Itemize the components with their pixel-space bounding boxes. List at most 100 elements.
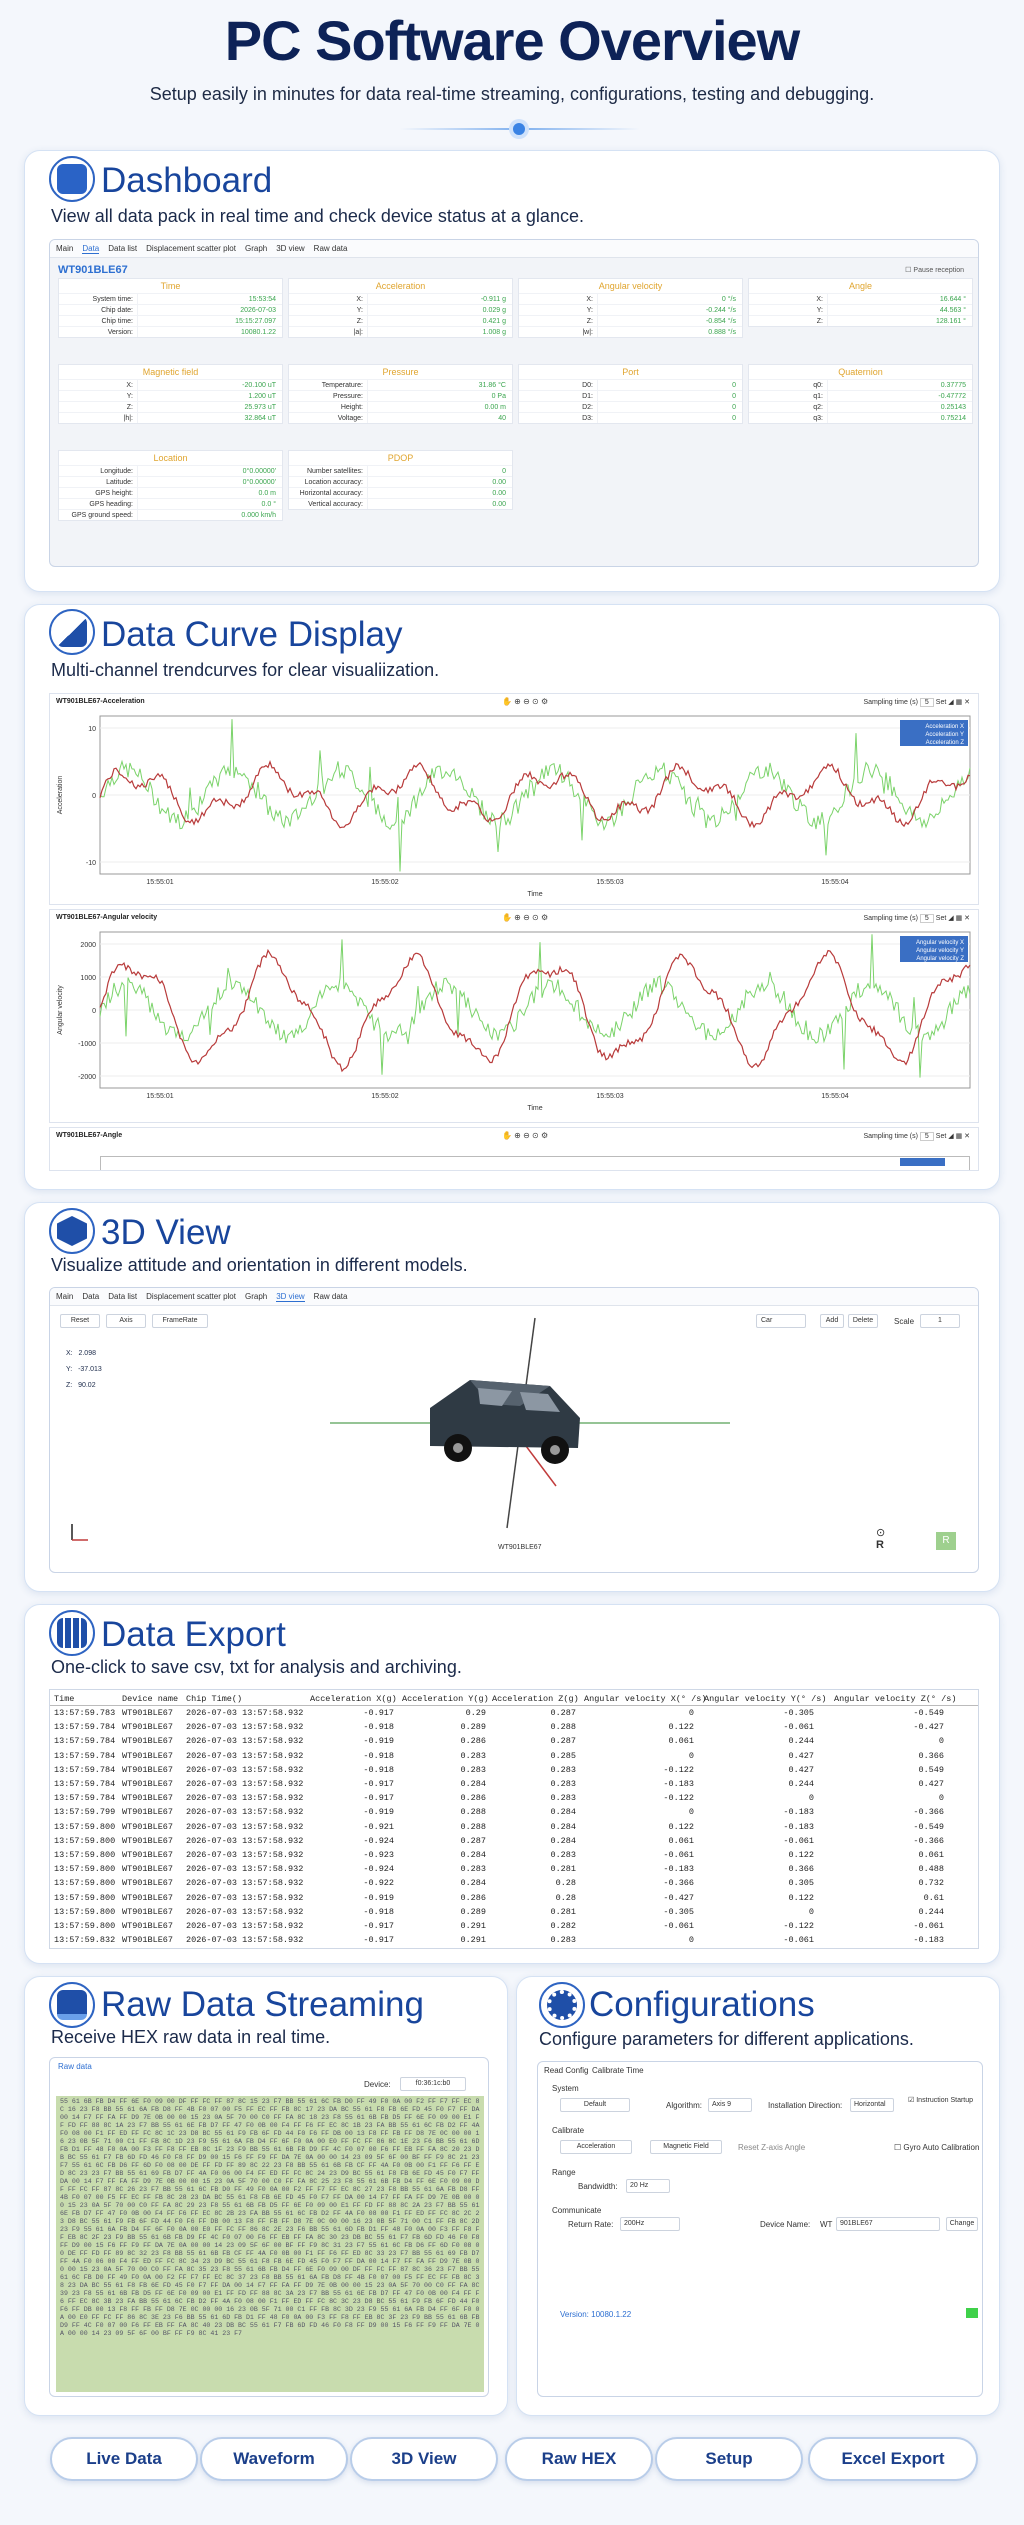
tab-graph[interactable]: Graph [245,244,267,253]
set-button[interactable]: Set [936,1133,947,1140]
table-cell: 2026-07-03 13:57:58.932 [186,1708,304,1718]
tab-calibrate-time[interactable]: Calibrate Time [592,2066,644,2075]
y-tick-label: 2000 [80,942,96,949]
tab-displacement-scatter-plot[interactable]: Displacement scatter plot [146,244,236,253]
block-row: D3: 0 [519,412,742,423]
nav-button-waveform[interactable]: Waveform [200,2437,348,2481]
legend-box [900,1158,945,1166]
table-cell: WT901BLE67 [122,1921,174,1931]
device-select[interactable]: f0:36:1c:b0 [400,2077,466,2091]
plot-toolbar[interactable]: ✋ ⊕ ⊖ ⊙ ⚙ [502,1131,548,1140]
row-key: Latitude: [106,479,133,486]
table-cell: -0.061 [783,1835,814,1846]
table-cell: 0.29 [465,1708,486,1718]
table-cell: WT901BLE67 [122,1878,174,1889]
table-cell: 2026-07-03 13:57:58.932 [186,1892,304,1903]
row-value: 0.00 [367,488,512,498]
row-value: 0°0.00000' [137,466,282,476]
tab-data-list[interactable]: Data list [108,244,137,253]
row-value: 1.200 uT [137,391,282,401]
data-block: Pressure Temperature: 31.86 °C Pressure: 0 P… [288,364,513,424]
default-button[interactable]: Default [560,2098,630,2112]
table-cell: 13:57:59.800 [54,1906,116,1917]
table-cell: WT901BLE67 [122,1764,174,1775]
table-cell: 2026-07-03 13:57:58.932 [186,1736,304,1747]
block-row: Pressure: 0 Pa [289,390,512,401]
tab-3d-view[interactable]: 3D view [276,244,304,253]
sampling-input[interactable]: 5 [919,1132,934,1141]
row-value: 31.86 °C [367,380,512,390]
tab-data[interactable]: Data [82,244,100,254]
row-key: GPS ground speed: [71,512,134,519]
gyro-auto-checkbox[interactable]: ☐ Gyro Auto Calibration [894,2143,979,2152]
table-cell: 2026-07-03 13:57:58.932 [186,1935,304,1946]
table-cell: 0.284 [460,1878,486,1889]
table-cell: 13:57:59.800 [54,1878,116,1889]
pause-reception-checkbox[interactable]: ☐ Pause reception [905,266,964,274]
x-tick-label: 15:55:04 [821,1093,848,1100]
table-cell: 2026-07-03 13:57:58.932 [186,1807,304,1818]
bandwidth-select[interactable]: 20 Hz [626,2179,670,2193]
bandwidth-label: Bandwidth: [578,2182,618,2191]
data-block: Location Longitude: 0°0.00000' Latitude: 0°0… [58,450,283,521]
navigation-gizmo[interactable]: ⊙ R [876,1526,885,1551]
row-value: 0.421 g [367,316,512,326]
tab-main[interactable]: Main [56,244,73,253]
table-cell: 0.284 [550,1835,576,1846]
legend-entry: Angular velocity Y [916,948,964,954]
row-value: 0 °/s [597,294,742,304]
table-cell: -0.917 [363,1779,394,1789]
row-value: 0.37775 [827,380,972,390]
table-cell: 2026-07-03 13:57:58.932 [186,1779,304,1789]
table-cell: 0.061 [918,1850,944,1860]
tab-read-config[interactable]: Read Config [544,2066,588,2075]
raw-tab[interactable]: Raw data [58,2062,92,2071]
row-key: Z: [816,318,823,325]
data-block: Acceleration X: -0.911 g Y: 0.029 g Z: 0.421 g… [288,278,513,338]
row-key: D0: [582,382,593,389]
nav-button-excel-export[interactable]: Excel Export [808,2437,978,2481]
system-heading: System [552,2084,579,2093]
y-tick-label: 1000 [80,975,96,982]
row-key: Z: [356,318,363,325]
table-cell: 0.244 [788,1736,814,1747]
block-row: Height: 0.00 m [289,401,512,412]
table-cell: 0.244 [918,1906,944,1917]
table-cell: 13:57:59.832 [54,1935,116,1946]
tab-raw-data[interactable]: Raw data [314,244,348,253]
table-cell: -0.427 [913,1722,944,1733]
reset-z-button[interactable]: Reset Z-axis Angle [738,2143,805,2152]
block-row: q2: 0.25143 [749,401,972,412]
magnetic-field-button[interactable]: Magnetic Field [650,2140,722,2154]
angle-plot-frame [100,1156,970,1170]
block-title: PDOP [387,453,414,463]
config-screenshot: Read Config Calibrate Time System Defaul… [537,2061,983,2397]
nav-button-live-data[interactable]: Live Data [50,2437,198,2481]
table-cell: WT901BLE67 [122,1906,174,1917]
instruction-startup-checkbox[interactable]: ☑ Instruction Startup [908,2096,978,2104]
table-cell: 0.282 [550,1921,576,1931]
x-tick-label: 15:55:01 [146,1093,173,1100]
return-rate-select[interactable]: 200Hz [620,2217,680,2231]
row-key: Y: [126,393,133,400]
row-value: 0 Pa [367,391,512,401]
block-row: Y: 0.029 g [289,304,512,315]
pause-label: Pause reception [913,267,964,274]
nav-button-setup[interactable]: Setup [655,2437,803,2481]
acceleration-calibrate-button[interactable]: Acceleration [560,2140,632,2154]
algorithm-select[interactable]: Axis 9 [708,2098,752,2112]
table-cell: 0.287 [550,1708,576,1718]
row-value: 0.029 g [367,305,512,315]
table-cell: 13:57:59.784 [54,1793,116,1804]
divider-dot [513,123,525,135]
nav-button-raw-hex[interactable]: Raw HEX [505,2437,653,2481]
table-cell: 0.281 [550,1864,576,1875]
installation-select[interactable]: Horizontal [850,2098,894,2112]
export-table: Time Device name Chip Time() Acceleration X… [49,1689,979,1949]
row-value: 0°0.00000' [137,477,282,487]
device-name-input[interactable]: 901BLE67 [836,2217,940,2231]
change-button[interactable]: Change [946,2217,978,2231]
data-block: Angular velocity X: 0 °/s Y: -0.244 °/s Z: -0.… [518,278,743,338]
nav-button-3d-view[interactable]: 3D View [350,2437,498,2481]
table-cell: 2026-07-03 13:57:58.932 [186,1722,304,1733]
